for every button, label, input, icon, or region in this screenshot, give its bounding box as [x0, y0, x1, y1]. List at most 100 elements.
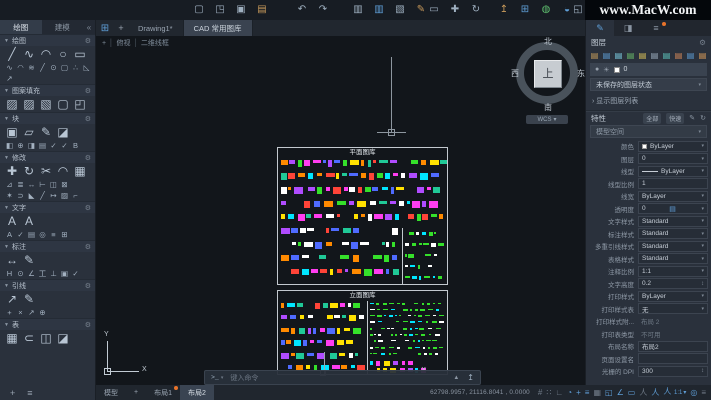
- props-all-button[interactable]: 全部: [643, 113, 661, 124]
- palette-section-header[interactable]: ▼块⚙: [0, 112, 95, 124]
- copy-icon[interactable]: ◫: [49, 180, 58, 189]
- chevron-down-icon[interactable]: ▾: [701, 256, 704, 262]
- gear-icon[interactable]: ⚙: [85, 321, 91, 329]
- table-style-icon[interactable]: ◪: [56, 331, 70, 345]
- show-layer-list[interactable]: › 显示图层列表: [586, 93, 711, 111]
- undo-icon[interactable]: ↶: [296, 3, 308, 16]
- gear-icon[interactable]: ⚙: [85, 115, 91, 123]
- tab-command-list[interactable]: ≡: [642, 20, 670, 36]
- prop-value-field[interactable]: Standard▾: [638, 228, 708, 239]
- leader-edit-icon[interactable]: ✎: [22, 292, 36, 306]
- ray-icon[interactable]: ↗: [5, 74, 14, 83]
- data-link-icon[interactable]: ⊂: [22, 331, 36, 345]
- move-icon[interactable]: ✚: [5, 164, 19, 178]
- layer-on-icon[interactable]: ☀: [603, 66, 609, 74]
- chevron-down-icon[interactable]: ▾: [701, 268, 704, 274]
- gear-icon[interactable]: ⚙: [85, 243, 91, 251]
- view-control[interactable]: 俯视: [116, 38, 130, 48]
- region-icon[interactable]: ▢: [60, 63, 69, 72]
- trim-icon[interactable]: ✂: [39, 164, 53, 178]
- sync-attributes-icon[interactable]: ◨: [27, 141, 36, 150]
- viewport-menu-control[interactable]: +: [102, 40, 106, 47]
- web-icon[interactable]: ◍: [540, 3, 552, 16]
- dynamic-ucs-icon[interactable]: ▭: [628, 385, 636, 400]
- align-leaders-icon[interactable]: ↗: [27, 308, 36, 317]
- palette-section-header[interactable]: ▼引线⚙: [0, 279, 95, 291]
- spinner-icon[interactable]: ↕: [701, 281, 704, 287]
- isolate-layer-icon[interactable]: ▤: [685, 50, 696, 61]
- create-block-icon[interactable]: ▱: [22, 125, 36, 139]
- auto-scale-icon[interactable]: 人: [651, 385, 659, 400]
- export-icon[interactable]: ↥: [498, 3, 510, 16]
- erase-icon[interactable]: ⊠: [60, 180, 69, 189]
- gradient-icon[interactable]: ▧: [39, 97, 53, 111]
- layout2-tab[interactable]: 布局2: [180, 385, 214, 400]
- arc-icon[interactable]: ◠: [39, 47, 53, 61]
- chevron-down-icon[interactable]: ▾: [701, 156, 704, 162]
- gear-icon[interactable]: ⚙: [85, 204, 91, 212]
- object-snap-icon[interactable]: ◱: [605, 385, 613, 400]
- divide-icon[interactable]: ∴: [71, 63, 80, 72]
- prop-value-field[interactable]: ByLayer▾: [638, 291, 708, 302]
- start-tab-grid-icon[interactable]: ⊞: [96, 20, 114, 36]
- circle-icon[interactable]: ○: [56, 47, 70, 61]
- dim-style-icon[interactable]: ▣: [60, 269, 69, 278]
- pan-icon[interactable]: ✚: [449, 3, 461, 16]
- text-edit-icon[interactable]: A: [22, 214, 36, 228]
- viewcube-north[interactable]: 北: [510, 37, 586, 47]
- viewcube[interactable]: 北 南 西 东 上: [510, 37, 586, 113]
- command-history-icon[interactable]: ▲: [453, 375, 459, 381]
- palette-menu-icon[interactable]: ≡: [27, 388, 32, 398]
- export-table-icon[interactable]: ◫: [39, 331, 53, 345]
- point-icon[interactable]: ⊙: [49, 63, 58, 72]
- palette-section-header[interactable]: ▼绘图⚙: [0, 34, 95, 46]
- mirror-icon[interactable]: ⊿: [5, 180, 14, 189]
- visual-style-control[interactable]: 二维线框: [141, 38, 169, 48]
- new-file-icon[interactable]: ▢: [193, 3, 205, 16]
- viewcube-south[interactable]: 南: [510, 103, 586, 113]
- prop-value-field[interactable]: 0▤▾: [638, 203, 708, 214]
- break-icon[interactable]: ╱: [38, 191, 47, 200]
- merge-layer-icon[interactable]: ▤: [697, 50, 708, 61]
- prop-value-field[interactable]: Standard▾: [638, 241, 708, 252]
- chevron-down-icon[interactable]: ▾: [701, 306, 704, 312]
- tolerance-icon[interactable]: ✓: [71, 269, 80, 278]
- share-icon[interactable]: ↥: [467, 373, 474, 382]
- layer-off-icon[interactable]: ▤: [673, 50, 684, 61]
- lock-layer-icon[interactable]: ▤: [637, 50, 648, 61]
- edit-properties-icon[interactable]: ✎: [689, 114, 695, 122]
- palette-section-header[interactable]: ▼图案填充⚙: [0, 84, 95, 96]
- write-block-icon[interactable]: ◧: [5, 141, 14, 150]
- palette-add-icon[interactable]: +: [10, 388, 15, 398]
- field-icon[interactable]: ⊞: [60, 230, 69, 239]
- model-tab[interactable]: 模型: [96, 385, 126, 400]
- document-tab-1[interactable]: CAD 常用图库: [184, 20, 253, 36]
- palette-tab-modeling[interactable]: 建模: [42, 20, 84, 34]
- collect-leaders-icon[interactable]: ⊕: [38, 308, 47, 317]
- selection-box-icon[interactable]: ▭: [428, 3, 440, 16]
- command-input-placeholder[interactable]: 键入命令: [230, 373, 258, 383]
- palette-section-header[interactable]: ▼修改⚙: [0, 151, 95, 163]
- transparency-toggle-icon[interactable]: ▦: [593, 385, 601, 400]
- 3d-object-snap-icon[interactable]: ∠: [617, 385, 624, 400]
- scale-icon[interactable]: ↔: [27, 180, 36, 189]
- gear-icon[interactable]: ⚙: [85, 282, 91, 290]
- print-icon[interactable]: ▥: [352, 3, 364, 16]
- save-as-icon[interactable]: ▤: [256, 3, 268, 16]
- mtext-icon[interactable]: A: [5, 214, 19, 228]
- multiline-icon[interactable]: ≋: [27, 63, 36, 72]
- freeze-layer-icon[interactable]: ▤: [613, 50, 624, 61]
- new-drawing-tab-icon[interactable]: +: [114, 20, 128, 36]
- selection-scope-dropdown[interactable]: 模型空间 ▾: [590, 125, 707, 138]
- add-leader-icon[interactable]: +: [5, 308, 14, 317]
- prop-value-field[interactable]: 无▾: [638, 303, 708, 314]
- hatch-pattern-icon[interactable]: ▨: [22, 97, 36, 111]
- cleanup-icon[interactable]: ⌐: [71, 191, 80, 200]
- spell-check-icon[interactable]: ✓: [16, 230, 25, 239]
- prop-value-field[interactable]: 1:1▾: [638, 266, 708, 277]
- find-replace-icon[interactable]: ◎: [38, 230, 47, 239]
- spline-icon[interactable]: ∿: [5, 63, 14, 72]
- prop-value-field[interactable]: 布局2: [638, 341, 708, 352]
- linear-dim-icon[interactable]: H: [5, 269, 14, 278]
- palette-section-header[interactable]: ▼表⚙: [0, 318, 95, 330]
